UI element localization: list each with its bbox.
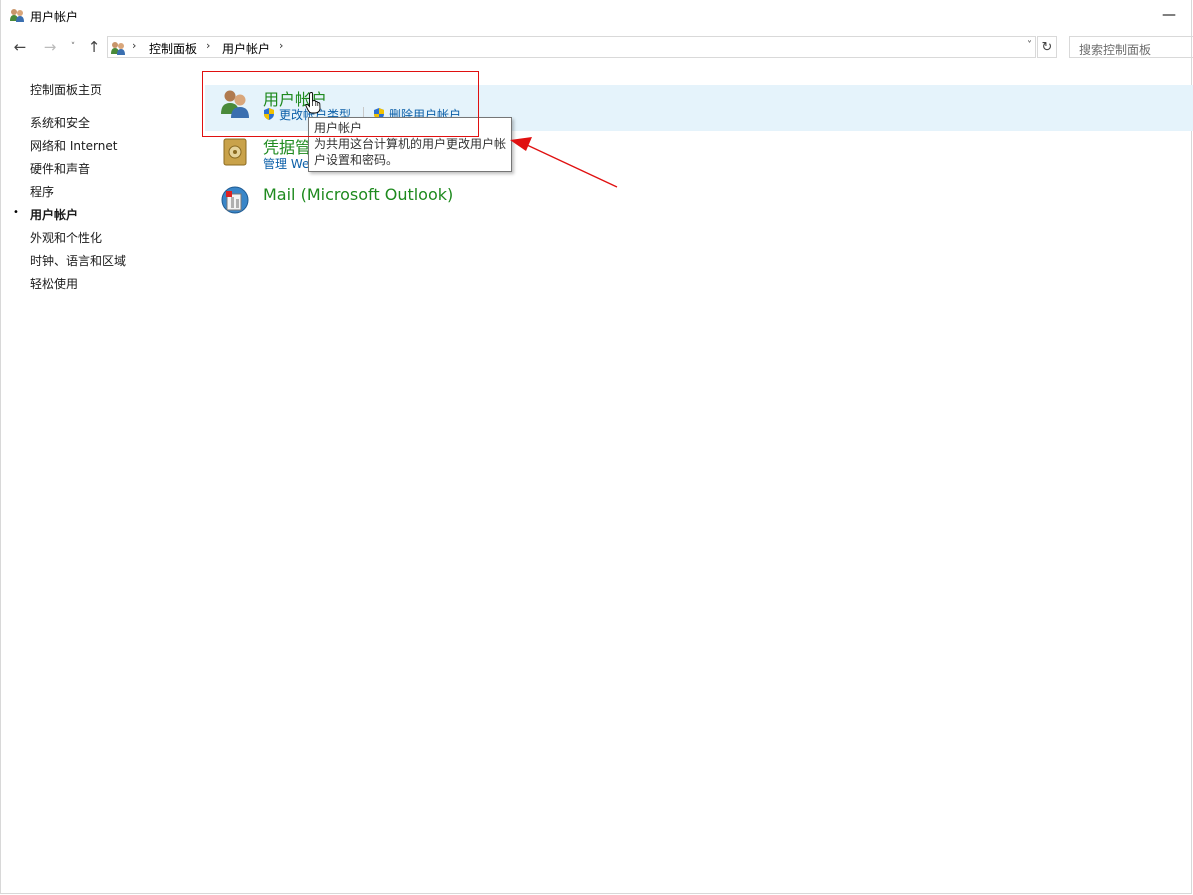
refresh-icon: ↻ (1041, 39, 1053, 55)
credential-vault-icon (223, 138, 247, 166)
category-title-mail[interactable]: Mail (Microsoft Outlook) (263, 185, 453, 204)
minimize-icon: — (1162, 7, 1176, 23)
sidebar-item-home[interactable]: 控制面板主页 (30, 81, 102, 98)
tooltip-description-line1: 为共用这台计算机的用户更改用户帐 (314, 137, 506, 151)
chevron-down-icon: ˅ (70, 42, 76, 52)
control-panel-icon (111, 42, 125, 55)
navigation-bar: ← → ˅ ↑ › 控制面板 › 用户帐户 › ˅ ↻ 搜索控制面板 (0, 34, 1193, 60)
annotation-arrow (510, 137, 618, 188)
sidebar-item-programs[interactable]: 程序 (30, 183, 54, 200)
sidebar-item-system-security[interactable]: 系统和安全 (30, 114, 90, 131)
sidebar-item-network[interactable]: 网络和 Internet (30, 137, 117, 154)
sidebar-item-clock-region[interactable]: 时钟、语言和区域 (30, 252, 126, 269)
sidebar-item-ease-of-access[interactable]: 轻松使用 (30, 275, 78, 292)
forward-button[interactable]: → (40, 36, 60, 58)
arrow-right-icon: → (43, 38, 57, 56)
recent-locations-button[interactable]: ˅ (63, 36, 83, 58)
breadcrumb-user-accounts[interactable]: 用户帐户 (222, 40, 270, 57)
address-bar[interactable]: › 控制面板 › 用户帐户 › ˅ (107, 36, 1036, 58)
chevron-right-icon[interactable]: › (279, 39, 283, 52)
annotation-highlight-box (202, 71, 479, 137)
hand-cursor-icon (305, 92, 321, 114)
users-icon (10, 9, 24, 22)
sidebar-item-hardware-sound[interactable]: 硬件和声音 (30, 160, 90, 177)
task-manage-web-credentials[interactable]: 管理 We (263, 155, 309, 172)
title-bar: 用户帐户 — (0, 0, 1193, 30)
search-input[interactable]: 搜索控制面板 (1069, 36, 1193, 58)
minimize-button[interactable]: — (1150, 0, 1188, 30)
back-button[interactable]: ← (10, 36, 30, 58)
active-bullet: • (13, 207, 19, 218)
mail-icon (221, 186, 249, 214)
refresh-button[interactable]: ↻ (1037, 36, 1057, 58)
tooltip-description-line2: 户设置和密码。 (314, 153, 399, 167)
sidebar-item-appearance[interactable]: 外观和个性化 (30, 229, 102, 246)
chevron-right-icon: › (132, 39, 137, 52)
sidebar-item-user-accounts[interactable]: 用户帐户 (30, 206, 78, 223)
search-placeholder: 搜索控制面板 (1079, 43, 1152, 57)
arrow-left-icon: ← (13, 38, 27, 56)
chevron-right-icon[interactable]: › (206, 39, 210, 52)
up-button[interactable]: ↑ (84, 36, 104, 58)
window-title: 用户帐户 (30, 10, 79, 24)
address-dropdown-icon[interactable]: ˅ (1027, 40, 1032, 51)
arrow-up-icon: ↑ (87, 38, 101, 56)
breadcrumb-control-panel[interactable]: 控制面板 (149, 40, 197, 57)
